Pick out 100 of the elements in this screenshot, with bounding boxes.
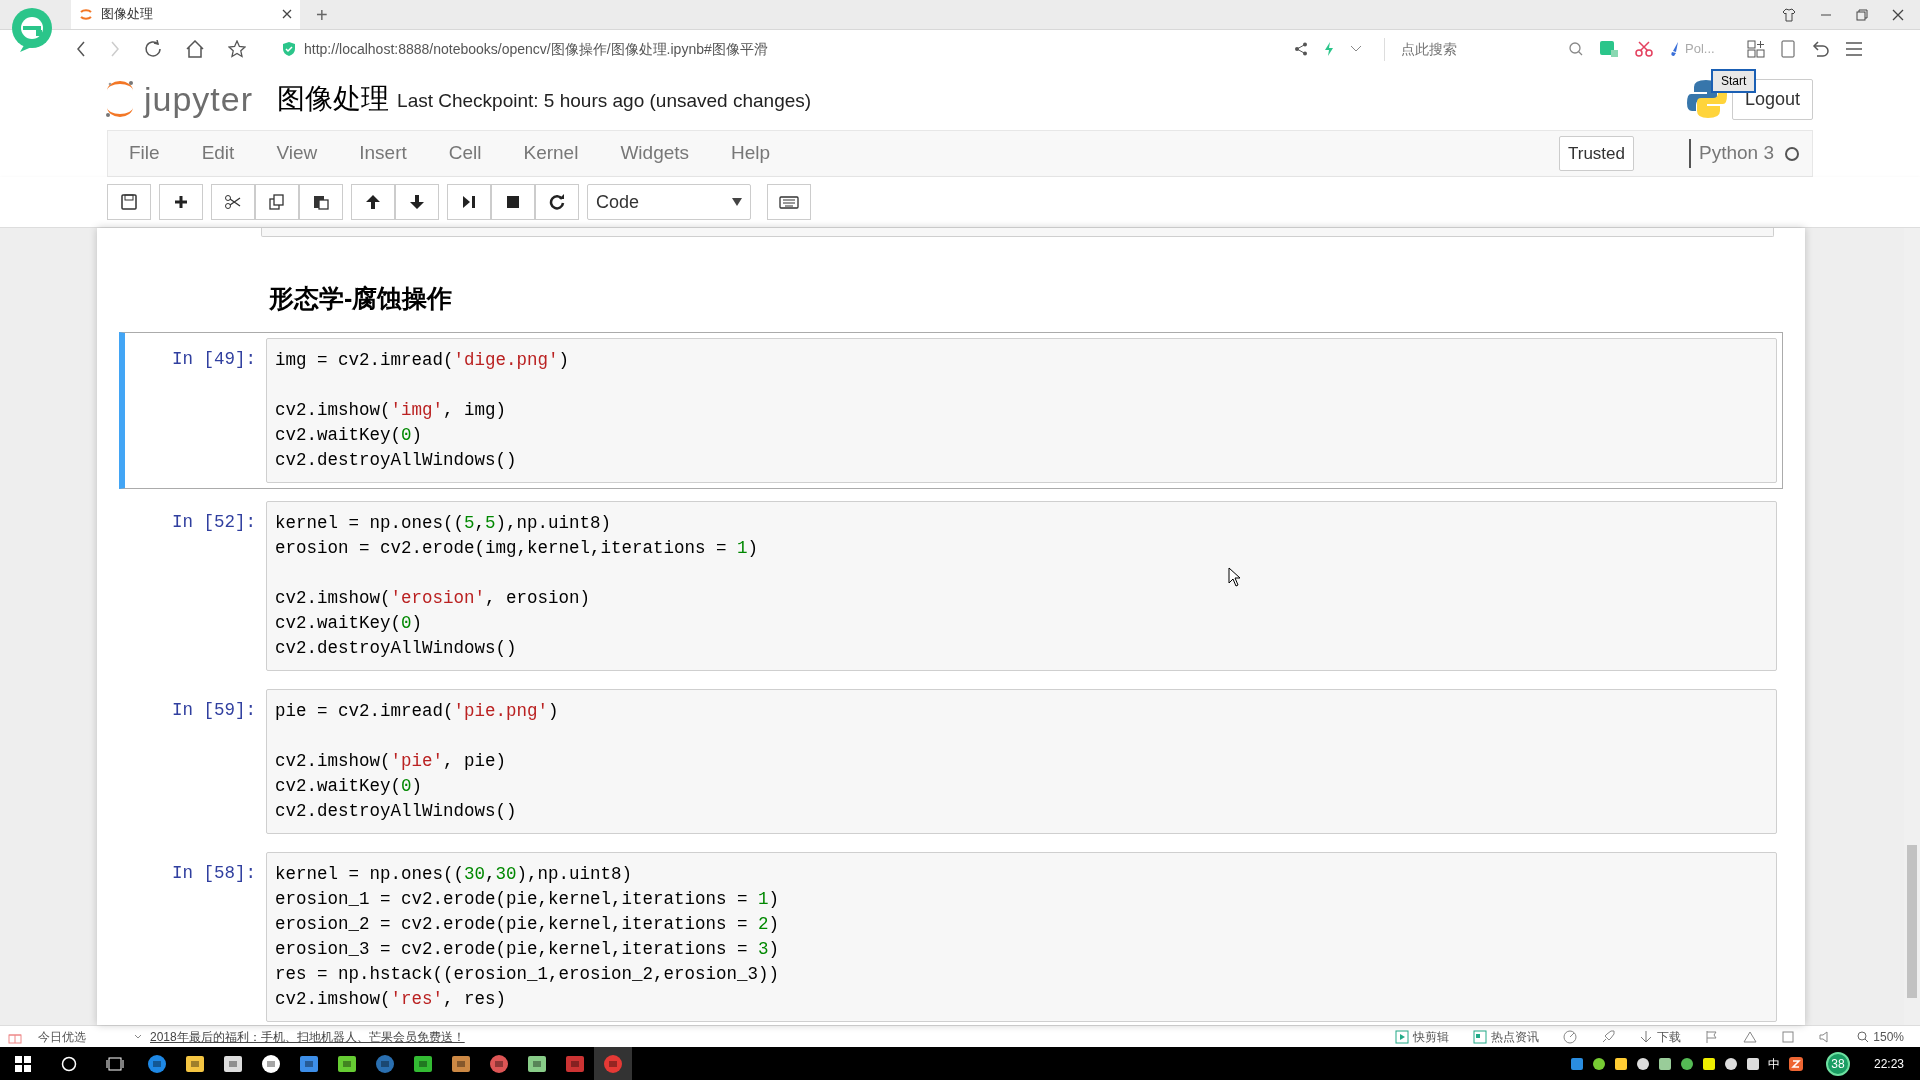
- status-item[interactable]: 快剪辑: [1413, 1027, 1450, 1046]
- menu-icon[interactable]: [1844, 42, 1863, 56]
- tray-icon[interactable]: [1745, 1056, 1760, 1071]
- brush-icon[interactable]: [1669, 41, 1681, 57]
- code-line: cv2.imshow('erosion', erosion): [275, 586, 592, 610]
- play-icon[interactable]: [1395, 1029, 1410, 1044]
- maximize-icon[interactable]: [1856, 8, 1868, 21]
- scrollbar-thumb[interactable]: [1907, 845, 1917, 998]
- new-tab-button[interactable]: +: [300, 1, 344, 29]
- apps-icon[interactable]: [1746, 40, 1765, 58]
- task-view-icon[interactable]: [106, 1056, 124, 1071]
- code-input-area[interactable]: img = cv2.imread('dige.png') cv2.imshow('img', img) cv2.waitKey(0) cv2.destroyAllWindows(): [266, 337, 1777, 483]
- tray-icon[interactable]: [1613, 1056, 1628, 1071]
- tray-icon[interactable]: [1679, 1056, 1694, 1071]
- status-item[interactable]: 热点资讯: [1491, 1027, 1540, 1046]
- back-icon[interactable]: [76, 41, 86, 57]
- toolbar-button[interactable]: [211, 184, 255, 220]
- menu-item[interactable]: File: [108, 139, 181, 168]
- speed-icon[interactable]: [1563, 1029, 1578, 1044]
- toolbar-button[interactable]: [535, 184, 579, 220]
- arrow-up-icon: [365, 194, 381, 210]
- chevron-down-icon[interactable]: [134, 1033, 142, 1040]
- rocket-icon[interactable]: [1601, 1029, 1616, 1044]
- jupyter-tab-icon: [79, 7, 93, 21]
- tray-icon[interactable]: [1701, 1056, 1716, 1071]
- shirt-icon[interactable]: [1782, 7, 1796, 22]
- app-icon[interactable]: [451, 1053, 471, 1074]
- download-icon[interactable]: [1639, 1029, 1654, 1044]
- clock[interactable]: 22:23: [1873, 1054, 1904, 1073]
- tray-icon[interactable]: [1723, 1056, 1738, 1071]
- code-line: res = np.hstack((erosion_1,erosion_2,erosion_3)): [275, 962, 781, 986]
- tray-icon[interactable]: [1569, 1056, 1584, 1071]
- menu-item[interactable]: Help: [710, 139, 792, 168]
- code-line: cv2.destroyAllWindows(): [275, 636, 518, 660]
- toolbar-button[interactable]: [299, 184, 343, 220]
- app-icon[interactable]: [527, 1053, 547, 1074]
- tray-icon[interactable]: [1635, 1056, 1650, 1071]
- star-icon[interactable]: [228, 40, 246, 58]
- close-icon[interactable]: [1892, 8, 1904, 21]
- home-icon[interactable]: [186, 40, 204, 58]
- menu-item[interactable]: Insert: [338, 139, 428, 168]
- app-icon[interactable]: [261, 1053, 281, 1074]
- toolbar-button[interactable]: [491, 184, 535, 220]
- code-line: erosion = cv2.erode(img,kernel,iterations = 1): [275, 536, 760, 560]
- close-icon[interactable]: [282, 9, 292, 19]
- cell-type-dropdown[interactable]: Code: [587, 184, 751, 220]
- arrow-down-icon: [409, 194, 425, 210]
- trusted-indicator[interactable]: Trusted: [1559, 135, 1634, 172]
- search-icon[interactable]: [61, 1055, 77, 1072]
- menu-item[interactable]: Edit: [180, 139, 256, 168]
- cell-prompt: In [58]:: [172, 862, 256, 883]
- url-field[interactable]: http://localhost:8888/notebooks/opencv/图像操作/图像处理.ipynb#图像平滑: [282, 38, 1314, 60]
- tray-icon[interactable]: [1657, 1056, 1672, 1071]
- start-button[interactable]: Start: [1711, 69, 1757, 93]
- toolbar-button[interactable]: [395, 184, 439, 220]
- code-line: erosion_1 = cv2.erode(pie,kernel,iterations = 1): [275, 887, 781, 911]
- code-cell[interactable]: In [59]: pie = cv2.imread('pie.png') cv2.imshow('pie', pie) cv2.waitKey(0) cv2.destroyAllWindows(): [119, 682, 1783, 840]
- undo-icon[interactable]: [1810, 41, 1829, 57]
- code-line: cv2.waitKey(0): [275, 611, 424, 635]
- windows-icon[interactable]: [15, 1055, 31, 1072]
- kernel-name[interactable]: Python 3: [1689, 139, 1774, 168]
- share-icon[interactable]: [1294, 42, 1308, 56]
- menu-item[interactable]: Kernel: [502, 139, 600, 168]
- search-icon: [1569, 42, 1583, 56]
- sogou-icon[interactable]: [1787, 1055, 1804, 1072]
- menu-item[interactable]: Widgets: [599, 139, 711, 168]
- code-input-area[interactable]: pie = cv2.imread('pie.png') cv2.imshow('pie', pie) cv2.waitKey(0) cv2.destroyAllWindows(): [266, 688, 1777, 834]
- zoom-icon[interactable]: [1857, 1030, 1870, 1043]
- tray-icon[interactable]: [1591, 1056, 1606, 1071]
- menu-item[interactable]: View: [255, 139, 339, 168]
- app-icon[interactable]: [413, 1053, 433, 1074]
- mouse-pointer-icon: [1228, 567, 1242, 587]
- zoom-level[interactable]: 150%: [1873, 1027, 1904, 1046]
- code-cell[interactable]: In [49]: img = cv2.imread('dige.png') cv2.imshow('img', img) cv2.waitKey(0) cv2.destroyAllWindows(): [119, 331, 1783, 489]
- status-item[interactable]: 下载: [1657, 1027, 1682, 1046]
- toolbar-button[interactable]: [447, 184, 491, 220]
- toolbar-button[interactable]: [351, 184, 395, 220]
- code-line: cv2.imshow('img', img): [275, 398, 508, 422]
- app-icon[interactable]: [337, 1053, 357, 1074]
- scissors-icon[interactable]: [1635, 41, 1653, 57]
- code-line: img = cv2.imread('dige.png'): [275, 348, 571, 372]
- news-link[interactable]: 2018年最后的福利：手机、扫地机器人、芒果会员免费送！: [150, 1027, 465, 1046]
- menu-item[interactable]: Cell: [427, 139, 503, 168]
- app-icon[interactable]: [299, 1053, 319, 1074]
- notebook-title[interactable]: 图像处理: [277, 78, 390, 120]
- code-line: kernel = np.ones((5,5),np.uint8): [275, 511, 613, 535]
- chevron-down-icon[interactable]: [1350, 45, 1362, 53]
- app-icon[interactable]: [223, 1053, 243, 1074]
- code-line: cv2.destroyAllWindows(): [275, 448, 518, 472]
- triangle-icon[interactable]: [1743, 1029, 1758, 1044]
- toolbar-button[interactable]: [159, 184, 203, 220]
- refresh-icon[interactable]: [144, 40, 162, 58]
- app-icon[interactable]: [185, 1053, 205, 1074]
- browser-tab[interactable]: 图像处理: [71, 0, 300, 29]
- code-input-area[interactable]: kernel = np.ones((5,5),np.uint8) erosion = cv2.erode(img,kernel,iterations = 1) cv2.imshow('erosion', erosion) cv2.waitKey(0) cv2.destroyAllWindows(): [266, 500, 1777, 671]
- code-cell[interactable]: In [52]: kernel = np.ones((5,5),np.uint8) erosion = cv2.erode(img,kernel,iterations = 1) cv2.imshow('erosion', erosion) cv2.waitKey(0) cv2.destroyAllWindows(): [119, 494, 1783, 677]
- news-icon[interactable]: [1473, 1029, 1488, 1044]
- cut-icon: [225, 194, 241, 210]
- code-line: erosion_2 = cv2.erode(pie,kernel,iterations = 2): [275, 912, 781, 936]
- input-method-indicator[interactable]: 中: [1767, 1054, 1780, 1073]
